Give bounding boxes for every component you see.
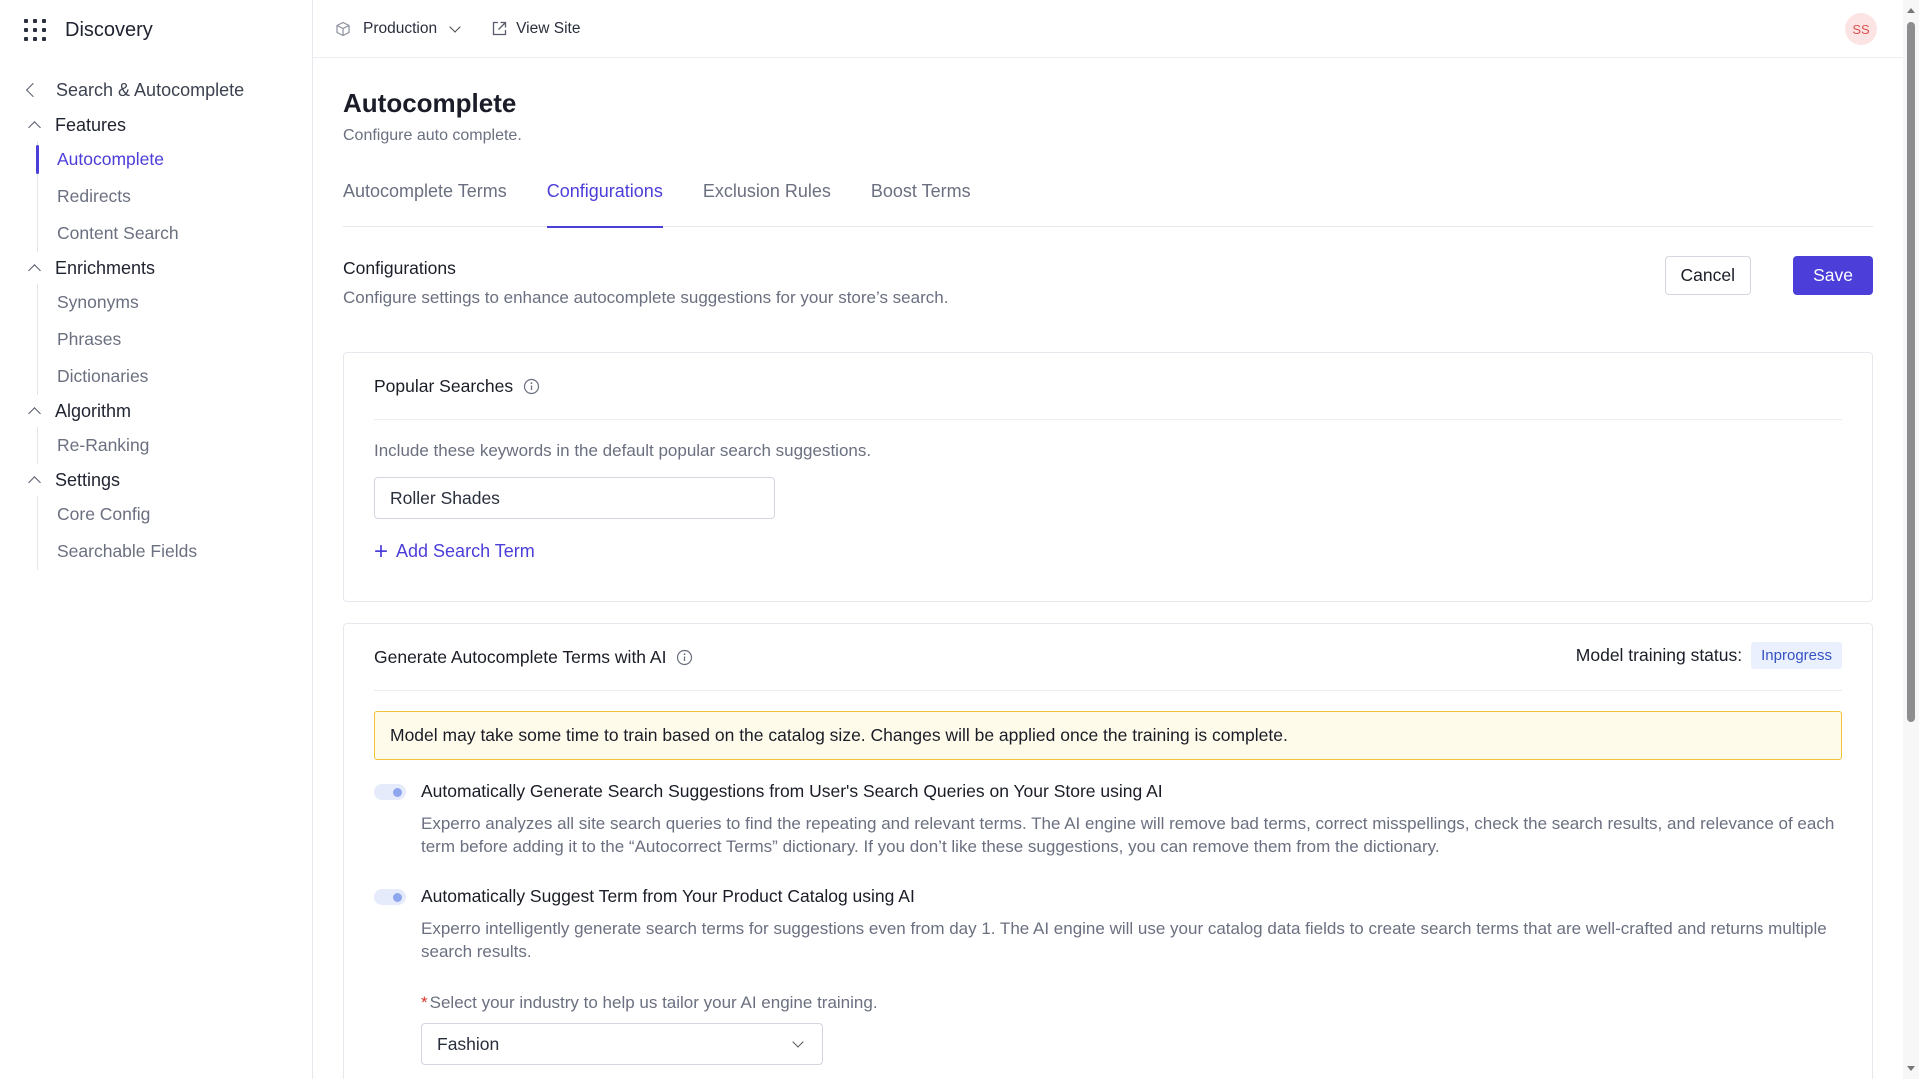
- sidebar-item-phrases[interactable]: Phrases: [38, 321, 312, 358]
- configurations-header: Configurations Configure settings to enh…: [343, 256, 1873, 318]
- section-title: Configurations: [343, 258, 456, 278]
- sidebar-section-label: Settings: [55, 469, 121, 490]
- sidebar-item-synonyms[interactable]: Synonyms: [38, 284, 312, 321]
- sidebar-section-label: Features: [55, 114, 127, 135]
- sidebar-section-label: Algorithm: [55, 400, 132, 421]
- sidebar-enrichments-items: Synonyms Phrases Dictionaries: [37, 284, 312, 395]
- sidebar-section-enrichments[interactable]: Enrichments: [0, 252, 312, 284]
- sidebar-section-label: Enrichments: [55, 257, 156, 278]
- status-badge: Inprogress: [1751, 642, 1842, 669]
- app-launcher-icon[interactable]: [24, 19, 46, 41]
- card-description: Include these keywords in the default po…: [374, 441, 872, 460]
- industry-field: * Select your industry to help us tailor …: [374, 993, 1842, 1065]
- view-site-label: View Site: [516, 19, 581, 37]
- save-button[interactable]: Save: [1793, 256, 1873, 295]
- environment-label: Production: [363, 19, 438, 37]
- search-queries-toggle[interactable]: [374, 784, 406, 800]
- chevron-left-icon: [25, 82, 41, 98]
- sidebar-settings-items: Core Config Searchable Fields: [37, 496, 312, 570]
- option-description: Experro intelligently generate search te…: [421, 919, 1827, 961]
- search-term-input[interactable]: [374, 477, 775, 519]
- add-search-term-label: Add Search Term: [396, 541, 535, 561]
- popular-searches-card: Popular Searches Include these keywords …: [343, 352, 1873, 602]
- required-marker: *: [421, 993, 428, 1012]
- sidebar-section-features[interactable]: Features: [0, 109, 312, 141]
- chevron-up-icon: [28, 264, 41, 277]
- sidebar-section-settings[interactable]: Settings: [0, 464, 312, 496]
- cube-icon: [336, 21, 350, 36]
- industry-selected-value: Fashion: [437, 1033, 500, 1054]
- app-name: Discovery: [65, 18, 153, 41]
- cancel-button[interactable]: Cancel: [1664, 256, 1751, 295]
- avatar[interactable]: SS: [1845, 13, 1877, 45]
- scrollbar[interactable]: [1903, 0, 1919, 1079]
- info-icon[interactable]: [523, 378, 540, 395]
- brand: Discovery: [0, 0, 312, 60]
- card-header: Generate Autocomplete Terms with AI Mode…: [374, 624, 1842, 691]
- status-label: Model training status:: [1575, 645, 1743, 665]
- industry-label: * Select your industry to help us tailor …: [421, 993, 1842, 1013]
- info-icon[interactable]: [676, 649, 693, 666]
- tab-bar: Autocomplete Terms Configurations Exclus…: [343, 181, 1873, 228]
- page-title: Autocomplete: [343, 88, 517, 118]
- tab-boost-terms[interactable]: Boost Terms: [871, 181, 971, 227]
- tab-configurations[interactable]: Configurations: [546, 181, 663, 228]
- sidebar-item-searchable-fields[interactable]: Searchable Fields: [38, 533, 312, 570]
- back-link-label: Search & Autocomplete: [56, 79, 245, 100]
- option-title: Automatically Generate Search Suggestion…: [421, 781, 1163, 801]
- section-description: Configure settings to enhance autocomple…: [343, 288, 949, 307]
- sidebar-item-content-search[interactable]: Content Search: [38, 215, 312, 252]
- option-search-queries: Automatically Generate Search Suggestion…: [374, 781, 1842, 858]
- chevron-down-icon: [449, 20, 461, 33]
- main-content: Autocomplete Configure auto complete. Au…: [343, 58, 1873, 1079]
- sidebar-features-items: Autocomplete Redirects Content Search: [36, 141, 312, 252]
- scrollbar-thumb[interactable]: [1907, 22, 1915, 722]
- scroll-down-arrow-icon[interactable]: [1907, 1066, 1915, 1071]
- card-title: Popular Searches: [374, 375, 514, 396]
- chevron-up-icon: [28, 407, 41, 420]
- plus-icon: +: [374, 537, 389, 565]
- sidebar-item-autocomplete[interactable]: Autocomplete: [36, 141, 312, 178]
- sidebar: Discovery Search & Autocomplete Features…: [0, 0, 313, 1079]
- option-product-catalog: Automatically Suggest Term from Your Pro…: [374, 886, 1842, 963]
- card-title: Generate Autocomplete Terms with AI: [374, 646, 667, 667]
- industry-label-text: Select your industry to help us tailor y…: [429, 993, 878, 1012]
- sidebar-item-re-ranking[interactable]: Re-Ranking: [38, 427, 312, 464]
- tab-autocomplete-terms[interactable]: Autocomplete Terms: [343, 181, 507, 227]
- page-subtitle: Configure auto complete.: [343, 127, 522, 144]
- sidebar-section-algorithm[interactable]: Algorithm: [0, 395, 312, 427]
- top-bar: Production View Site SS: [313, 0, 1919, 58]
- industry-select[interactable]: Fashion: [421, 1023, 823, 1065]
- chevron-down-icon: [792, 1036, 804, 1048]
- view-site-link[interactable]: View Site: [491, 20, 580, 38]
- training-warning-banner: Model may take some time to train based …: [374, 711, 1842, 760]
- sidebar-algorithm-items: Re-Ranking: [37, 427, 312, 464]
- back-link[interactable]: Search & Autocomplete: [0, 74, 312, 106]
- scroll-up-arrow-icon[interactable]: [1907, 8, 1915, 13]
- chevron-up-icon: [28, 121, 41, 134]
- sidebar-item-redirects[interactable]: Redirects: [38, 178, 312, 215]
- product-catalog-toggle[interactable]: [374, 889, 406, 905]
- sidebar-item-dictionaries[interactable]: Dictionaries: [38, 358, 312, 395]
- environment-selector[interactable]: Production: [335, 19, 461, 38]
- option-title: Automatically Suggest Term from Your Pro…: [421, 886, 915, 906]
- card-header: Popular Searches: [374, 353, 1842, 420]
- model-training-status: Model training status: Inprogress: [1576, 642, 1842, 669]
- chevron-up-icon: [28, 476, 41, 489]
- external-link-icon: [492, 21, 507, 36]
- ai-generate-card: Generate Autocomplete Terms with AI Mode…: [343, 623, 1873, 1079]
- add-search-term-button[interactable]: + Add Search Term: [374, 537, 1842, 565]
- tab-exclusion-rules[interactable]: Exclusion Rules: [703, 181, 831, 227]
- option-description: Experro analyzes all site search queries…: [421, 814, 1835, 856]
- sidebar-item-core-config[interactable]: Core Config: [38, 496, 312, 533]
